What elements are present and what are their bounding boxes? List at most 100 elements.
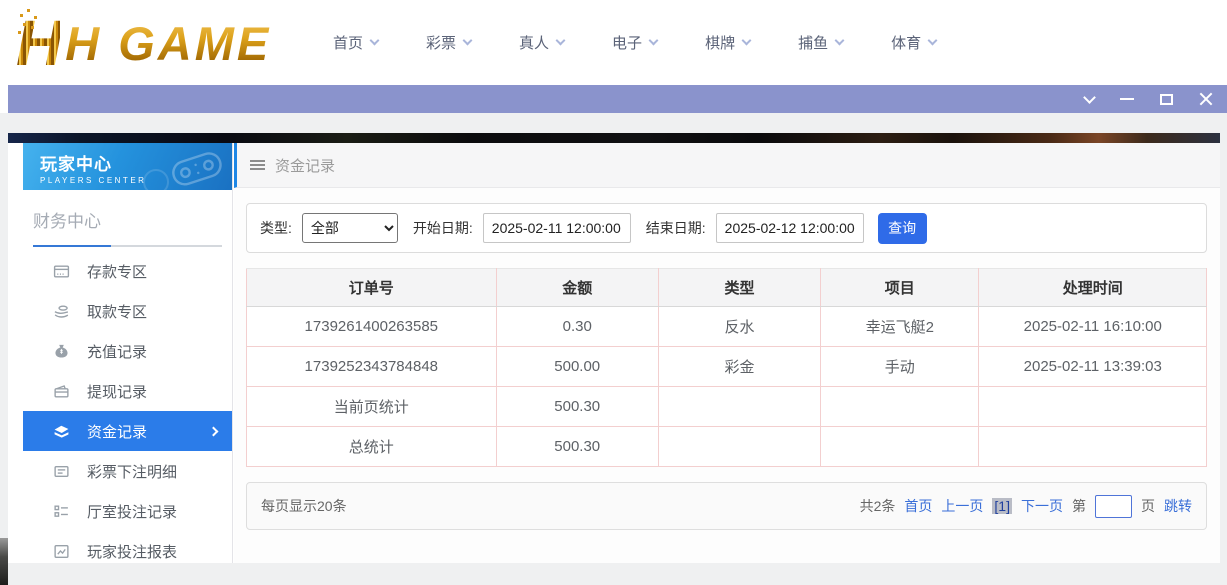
cell-process-time: 2025-02-11 16:10:00 [979, 307, 1207, 347]
chevron-right-icon [209, 426, 219, 436]
nav-item-sports[interactable]: 体育 [891, 32, 936, 53]
cell-empty [821, 427, 979, 467]
sidebar-item-hall-bet-records[interactable]: 厅室投注记录 [23, 491, 232, 531]
records-table: 订单号 金额 类型 项目 处理时间 1739261400263585 0.30 [246, 268, 1207, 467]
sidebar-section-title: 财务中心 [33, 207, 232, 232]
col-header-type: 类型 [658, 269, 820, 307]
circle-decoration [143, 169, 169, 190]
first-page-link[interactable]: 首页 [904, 496, 932, 516]
window-maximize-icon[interactable] [1160, 94, 1173, 105]
cell-empty [979, 387, 1207, 427]
prev-page-link[interactable]: 上一页 [941, 496, 983, 516]
cell-empty [821, 387, 979, 427]
chevron-down-icon [742, 35, 752, 45]
cell-type: 反水 [658, 307, 820, 347]
table-row: 1739252343784848 500.00 彩金 手动 2025-02-11… [247, 347, 1207, 387]
note-list-icon [53, 463, 70, 480]
logo-wordmark: H GAME [65, 16, 271, 71]
end-date-label: 结束日期: [646, 218, 706, 238]
total-count-text: 共2条 [860, 496, 896, 516]
wallet-icon [53, 383, 70, 400]
money-bag-icon [53, 343, 70, 360]
search-button[interactable]: 查询 [878, 213, 927, 244]
chevron-down-icon [649, 35, 659, 45]
cell-label: 当前页统计 [247, 387, 497, 427]
nav-item-cards[interactable]: 棋牌 [705, 32, 750, 53]
window-collapse-icon[interactable] [1083, 91, 1096, 104]
sidebar-item-lottery-bet-details[interactable]: 彩票下注明细 [23, 451, 232, 491]
cell-empty [658, 387, 820, 427]
records-table-wrap: 订单号 金额 类型 项目 处理时间 1739261400263585 0.30 [246, 268, 1207, 467]
sidebar-item-funds-records[interactable]: 资金记录 [23, 411, 232, 451]
next-page-link[interactable]: 下一页 [1021, 496, 1063, 516]
type-select[interactable]: 全部 [302, 213, 398, 243]
nav-label: 彩票 [426, 32, 456, 53]
cell-empty [979, 427, 1207, 467]
chart-report-icon [53, 543, 70, 560]
site-logo[interactable]: H H GAME [16, 4, 271, 82]
cell-process-time: 2025-02-11 13:39:03 [979, 347, 1207, 387]
cell-amount: 0.30 [496, 307, 658, 347]
end-date-input[interactable] [716, 213, 864, 243]
table-row-grand-total: 总统计 500.30 [247, 427, 1207, 467]
sidebar-item-player-bet-report[interactable]: 玩家投注报表 [23, 531, 232, 571]
nav-item-home[interactable]: 首页 [333, 32, 378, 53]
cell-label: 总统计 [247, 427, 497, 467]
jump-link[interactable]: 跳转 [1164, 496, 1192, 516]
cell-order-no: 1739252343784848 [247, 347, 497, 387]
sidebar-item-recharge-records[interactable]: 充值记录 [23, 331, 232, 371]
nav-item-live[interactable]: 真人 [519, 32, 564, 53]
nav-item-slots[interactable]: 电子 [612, 32, 657, 53]
sidebar-item-label: 厅室投注记录 [87, 501, 177, 522]
current-page-badge: [1] [992, 498, 1012, 514]
cell-amount: 500.30 [496, 427, 658, 467]
main-content: 资金记录 类型: 全部 开始日期: 结束日期: 查询 [234, 143, 1220, 563]
sidebar-divider [33, 245, 222, 247]
checklist-icon [53, 503, 70, 520]
background-photo-strip [8, 133, 1220, 143]
page-number-input[interactable] [1095, 495, 1132, 518]
start-date-label: 开始日期: [413, 218, 473, 238]
nav-label: 首页 [333, 32, 363, 53]
content-area: 类型: 全部 开始日期: 结束日期: 查询 [234, 188, 1220, 530]
cell-amount: 500.00 [496, 347, 658, 387]
pagination-bar: 每页显示20条 共2条 首页 上一页 [1] 下一页 第 页 跳转 [246, 482, 1207, 530]
nav-item-lottery[interactable]: 彩票 [426, 32, 471, 53]
cell-type: 彩金 [658, 347, 820, 387]
chevron-down-icon [370, 35, 380, 45]
deposit-terminal-icon [53, 263, 70, 280]
hamburger-icon[interactable] [250, 160, 265, 162]
col-header-order-no: 订单号 [247, 269, 497, 307]
sidebar-item-label: 提现记录 [87, 381, 147, 402]
logo-mark: H [16, 8, 60, 78]
table-header-row: 订单号 金额 类型 项目 处理时间 [247, 269, 1207, 307]
banknotes-icon [53, 423, 70, 440]
table-row: 1739261400263585 0.30 反水 幸运飞艇2 2025-02-1… [247, 307, 1207, 347]
pagination-controls: 共2条 首页 上一页 [1] 下一页 第 页 跳转 [860, 495, 1192, 518]
page: H H GAME 首页 彩票 真人 电子 棋牌 捕鱼 体育 玩家中心 PLAYE… [0, 0, 1227, 585]
nav-label: 体育 [891, 32, 921, 53]
table-row-page-total: 当前页统计 500.30 [247, 387, 1207, 427]
sidebar-item-label: 充值记录 [87, 341, 147, 362]
cell-item: 幸运飞艇2 [821, 307, 979, 347]
sidebar-item-label: 彩票下注明细 [87, 461, 177, 482]
window-minimize-icon[interactable] [1120, 98, 1134, 100]
per-page-text: 每页显示20条 [261, 496, 347, 516]
sidebar-header: 玩家中心 PLAYERS CENTER [23, 143, 232, 190]
nav-label: 棋牌 [705, 32, 735, 53]
site-header: H H GAME 首页 彩票 真人 电子 棋牌 捕鱼 体育 [0, 0, 1227, 85]
nav-label: 电子 [612, 32, 642, 53]
cell-empty [658, 427, 820, 467]
window-close-icon[interactable] [1199, 92, 1213, 106]
sidebar-item-withdrawal-records[interactable]: 提现记录 [23, 371, 232, 411]
app-window: 玩家中心 PLAYERS CENTER 财务中心 存款专区 [8, 143, 1220, 563]
sidebar-item-withdraw-zone[interactable]: 取款专区 [23, 291, 232, 331]
sidebar: 玩家中心 PLAYERS CENTER 财务中心 存款专区 [23, 143, 233, 563]
sidebar-item-deposit-zone[interactable]: 存款专区 [23, 251, 232, 291]
col-header-amount: 金额 [496, 269, 658, 307]
main-nav: 首页 彩票 真人 电子 棋牌 捕鱼 体育 [333, 0, 936, 85]
col-header-process-time: 处理时间 [979, 269, 1207, 307]
page-heading-bar: 资金记录 [234, 143, 1220, 188]
start-date-input[interactable] [483, 213, 631, 243]
nav-item-fishing[interactable]: 捕鱼 [798, 32, 843, 53]
